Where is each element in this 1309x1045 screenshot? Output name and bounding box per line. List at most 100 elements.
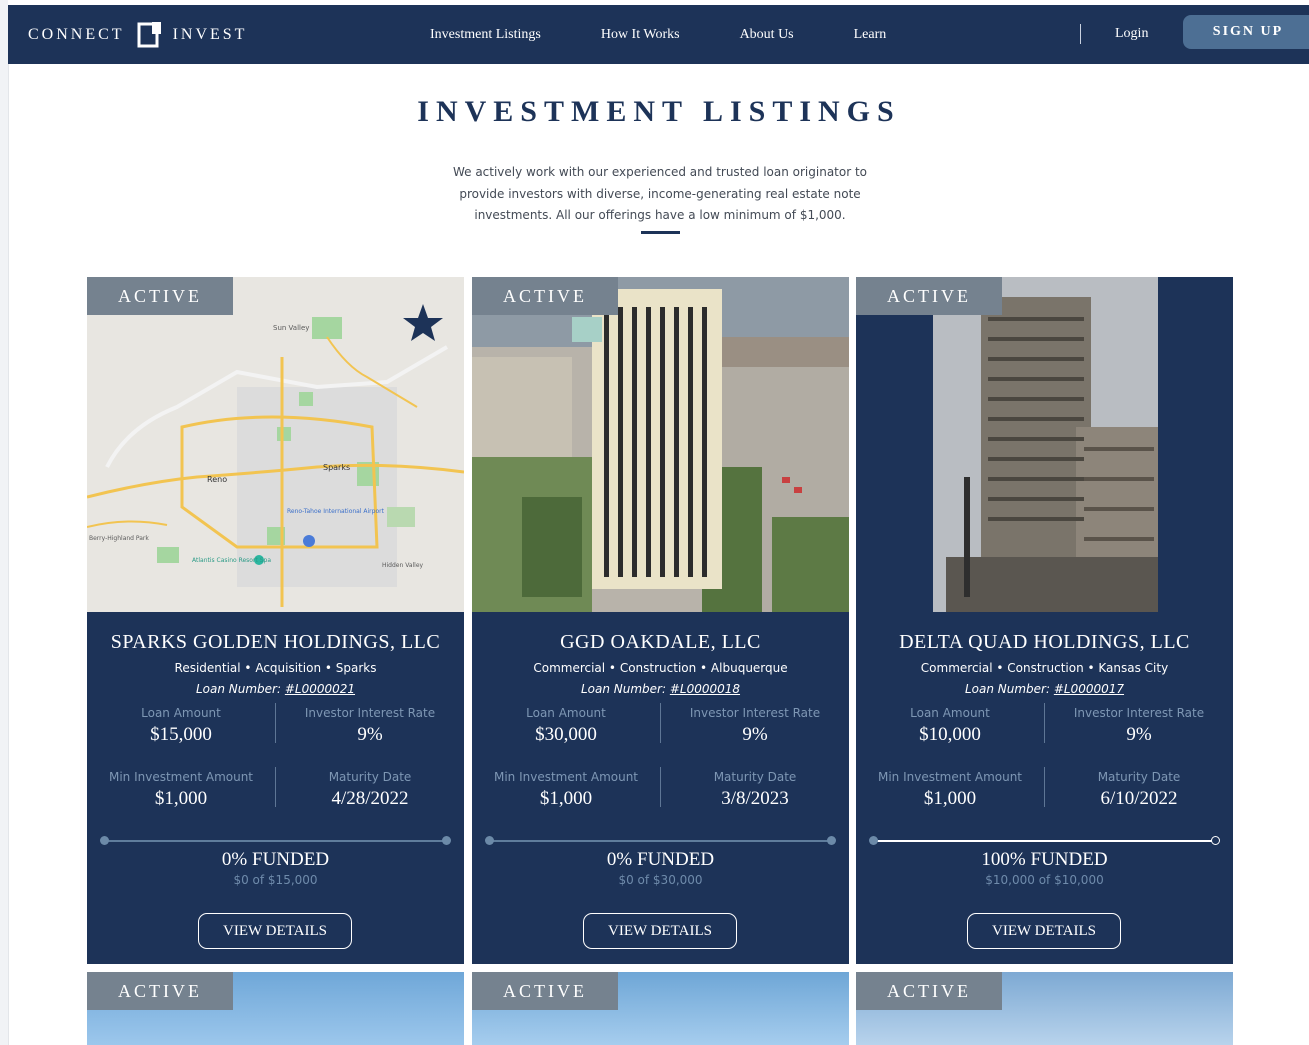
view-details-button[interactable]: VIEW DETAILS — [967, 913, 1121, 949]
logo-text-connect: CONNECT — [28, 26, 125, 43]
listing-map-image: Sun Valley Reno Sparks Reno-Tahoe Intern… — [87, 277, 464, 612]
progress-start-dot — [100, 836, 109, 845]
funded-amount: $0 of $30,000 — [618, 873, 703, 887]
stat-value: 4/28/2022 — [331, 788, 409, 809]
status-badge: ACTIVE — [856, 277, 1002, 315]
map-label: Reno — [207, 475, 227, 484]
stat-label: Loan Amount — [526, 706, 606, 720]
login-link[interactable]: Login — [1115, 26, 1148, 42]
stat-value: 3/8/2023 — [721, 788, 789, 809]
window-left-edge — [0, 0, 8, 1045]
stat-interest-rate: Investor Interest Rate 9% — [661, 706, 849, 746]
map-label: Sun Valley — [273, 324, 309, 332]
progress-end-dot — [1211, 836, 1220, 845]
listing-tags: Residential • Acquisition • Sparks — [174, 661, 377, 675]
progress-start-dot — [869, 836, 878, 845]
listing-title[interactable]: DELTA QUAD HOLDINGS, LLC — [856, 631, 1233, 654]
view-details-button[interactable]: VIEW DETAILS — [198, 913, 352, 949]
stat-label: Min Investment Amount — [493, 770, 639, 784]
stat-min-investment: Min Investment Amount $1,000 — [87, 770, 275, 810]
brand-logo[interactable]: CONNECT INVEST — [28, 22, 247, 48]
stat-value: 9% — [742, 724, 768, 745]
logo-text-invest: INVEST — [172, 26, 248, 43]
map-label: Reno-Tahoe International Airport — [287, 508, 385, 515]
stat-label: Maturity Date — [1097, 770, 1181, 784]
listing-card[interactable]: ACTIVE DELTA QUAD HOLDINGS, LLC Commerci… — [856, 277, 1233, 964]
map-label: Berry-Highland Park — [89, 535, 149, 542]
stat-label: Maturity Date — [328, 770, 412, 784]
nav-link-investment-listings[interactable]: Investment Listings — [430, 27, 541, 43]
nav-link-about-us[interactable]: About Us — [740, 27, 794, 43]
listing-card[interactable]: ACTIVE — [472, 972, 849, 1045]
loan-number-label: Loan Number: — [580, 682, 670, 696]
stat-interest-rate: Investor Interest Rate 9% — [276, 706, 464, 746]
nav-link-learn[interactable]: Learn — [854, 27, 887, 43]
loan-number-link[interactable]: #L0000018 — [670, 682, 740, 696]
listing-card[interactable]: ACTIVE — [856, 972, 1233, 1045]
loan-number-line: Loan Number: #L0000021 — [87, 682, 464, 696]
status-badge: ACTIVE — [856, 972, 1002, 1010]
listing-title[interactable]: SPARKS GOLDEN HOLDINGS, LLC — [87, 631, 464, 654]
listing-building-photo — [856, 277, 1233, 612]
map-label: Hidden Valley — [382, 562, 424, 569]
stat-label: Investor Interest Rate — [1073, 706, 1205, 720]
stat-interest-rate: Investor Interest Rate 9% — [1045, 706, 1233, 746]
status-badge: ACTIVE — [87, 277, 233, 315]
stat-loan-amount: Loan Amount $10,000 — [856, 706, 1044, 746]
map-label: Sparks — [323, 463, 350, 472]
stat-value: $15,000 — [150, 724, 212, 745]
stat-maturity-date: Maturity Date 6/10/2022 — [1045, 770, 1233, 810]
map-label: Atlantis Casino Resort Spa — [192, 557, 271, 564]
stat-maturity-date: Maturity Date 3/8/2023 — [661, 770, 849, 810]
funding-progress-track — [104, 840, 447, 842]
listing-card[interactable]: ACTIVE GGD OAKDALE, LLC Commercial • Con… — [472, 277, 849, 964]
stat-value: $1,000 — [539, 788, 593, 809]
stat-value: $30,000 — [535, 724, 597, 745]
progress-end-dot — [442, 836, 451, 845]
top-navigation-bar: CONNECT INVEST Investment Listings How I… — [8, 5, 1309, 64]
loan-number-label: Loan Number: — [964, 682, 1054, 696]
stat-value: $1,000 — [154, 788, 208, 809]
progress-end-dot — [827, 836, 836, 845]
primary-nav: Investment Listings How It Works About U… — [430, 5, 946, 64]
status-badge: ACTIVE — [472, 972, 618, 1010]
funded-percentage: 0% FUNDED — [606, 849, 715, 870]
stat-label: Loan Amount — [910, 706, 990, 720]
loan-number-line: Loan Number: #L0000018 — [472, 682, 849, 696]
funded-percentage: 0% FUNDED — [221, 849, 330, 870]
funded-percentage: 100% FUNDED — [981, 849, 1108, 870]
funding-progress-track — [489, 840, 832, 842]
logo-mark-icon — [137, 22, 161, 48]
stat-label: Loan Amount — [141, 706, 221, 720]
loan-number-label: Loan Number: — [195, 682, 285, 696]
listing-card[interactable]: Sun Valley Reno Sparks Reno-Tahoe Intern… — [87, 277, 464, 964]
nav-divider — [1080, 24, 1081, 44]
stat-loan-amount: Loan Amount $15,000 — [87, 706, 275, 746]
stat-value: $1,000 — [923, 788, 977, 809]
stat-value: $10,000 — [919, 724, 981, 745]
window-left-border — [8, 64, 9, 1045]
stat-label: Min Investment Amount — [108, 770, 254, 784]
stat-value: 9% — [357, 724, 383, 745]
progress-start-dot — [485, 836, 494, 845]
loan-number-line: Loan Number: #L0000017 — [856, 682, 1233, 696]
loan-number-link[interactable]: #L0000017 — [1054, 682, 1124, 696]
nav-link-how-it-works[interactable]: How It Works — [601, 27, 680, 43]
listing-tags: Commercial • Construction • Kansas City — [920, 661, 1169, 675]
status-badge: ACTIVE — [472, 277, 618, 315]
signup-button[interactable]: SIGN UP — [1183, 15, 1309, 49]
funding-progress-fill — [873, 840, 1216, 842]
stat-value: 6/10/2022 — [1100, 788, 1178, 809]
stat-loan-amount: Loan Amount $30,000 — [472, 706, 660, 746]
listing-tags: Commercial • Construction • Albuquerque — [533, 661, 788, 675]
stat-label: Investor Interest Rate — [689, 706, 821, 720]
loan-number-link[interactable]: #L0000021 — [285, 682, 355, 696]
intro-paragraph: We actively work with our experienced an… — [452, 165, 868, 222]
stat-value: 9% — [1126, 724, 1152, 745]
status-badge: ACTIVE — [87, 972, 233, 1010]
view-details-button[interactable]: VIEW DETAILS — [583, 913, 737, 949]
stat-maturity-date: Maturity Date 4/28/2022 — [276, 770, 464, 810]
stat-label: Maturity Date — [713, 770, 797, 784]
listing-title[interactable]: GGD OAKDALE, LLC — [472, 631, 849, 654]
listing-card[interactable]: ACTIVE — [87, 972, 464, 1045]
